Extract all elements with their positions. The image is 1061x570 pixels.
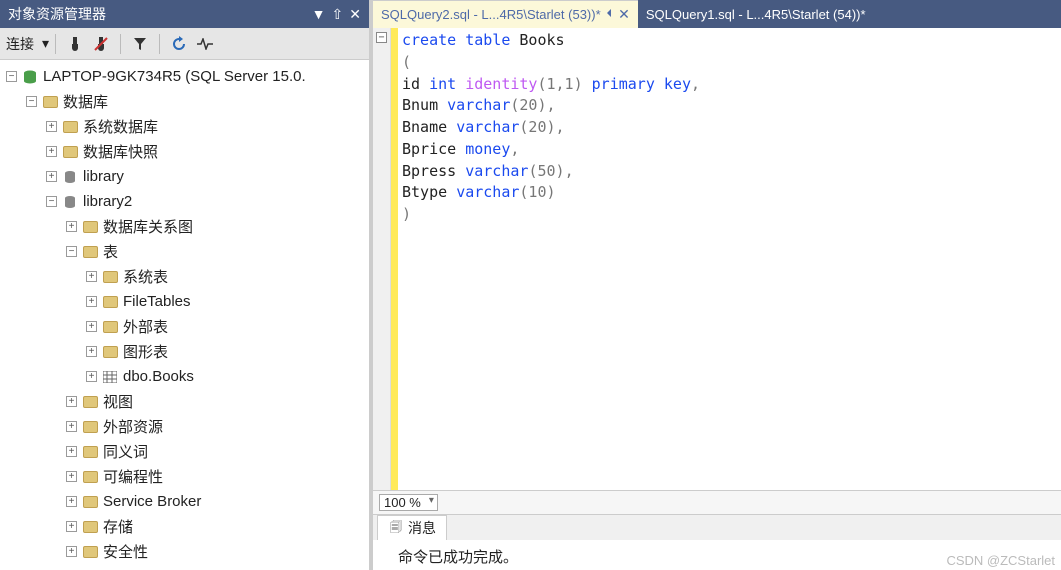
activity-icon[interactable] bbox=[194, 33, 216, 55]
pin-icon[interactable]: ⏴ bbox=[607, 8, 613, 21]
messages-text: 命令已成功完成。 bbox=[398, 549, 518, 566]
messages-body: 命令已成功完成。 bbox=[373, 540, 1061, 570]
tree-node-filetables[interactable]: +FileTables bbox=[4, 289, 369, 314]
close-icon[interactable]: ✕ bbox=[618, 6, 630, 23]
pin-icon[interactable]: ⇧ bbox=[332, 6, 344, 23]
tree-node-library[interactable]: +library bbox=[4, 164, 369, 189]
expand-icon[interactable]: + bbox=[66, 396, 77, 407]
folder-icon bbox=[102, 319, 118, 335]
collapse-icon[interactable]: − bbox=[46, 196, 57, 207]
tree-node-diagrams[interactable]: +数据库关系图 bbox=[4, 214, 369, 239]
tree-node-db-snapshots[interactable]: +数据库快照 bbox=[4, 139, 369, 164]
expand-icon[interactable]: + bbox=[86, 271, 97, 282]
editor-panel: SQLQuery2.sql - L...4R5\Starlet (53))* ⏴… bbox=[373, 0, 1061, 570]
expand-icon[interactable]: + bbox=[46, 121, 57, 132]
folder-icon bbox=[82, 419, 98, 435]
expand-icon[interactable]: + bbox=[66, 221, 77, 232]
tree-node-system-databases[interactable]: +系统数据库 bbox=[4, 114, 369, 139]
collapse-icon[interactable]: − bbox=[66, 246, 77, 257]
expand-icon[interactable]: + bbox=[86, 296, 97, 307]
folder-icon bbox=[62, 144, 78, 160]
folder-icon bbox=[102, 269, 118, 285]
database-icon bbox=[62, 169, 78, 185]
tree-node-synonyms[interactable]: +同义词 bbox=[4, 439, 369, 464]
messages-tab[interactable]: 🗐消息 bbox=[377, 515, 447, 540]
messages-icon: 🗐 bbox=[388, 520, 404, 536]
folder-icon bbox=[82, 519, 98, 535]
tree-node-tables[interactable]: −表 bbox=[4, 239, 369, 264]
folder-icon bbox=[82, 544, 98, 560]
tree-node-databases[interactable]: −数据库 bbox=[4, 89, 369, 114]
tab-sqlquery1[interactable]: SQLQuery1.sql - L...4R5\Starlet (54))* bbox=[638, 0, 874, 28]
tree-node-security[interactable]: +安全性 bbox=[4, 539, 369, 564]
object-explorer-panel: 对象资源管理器 ▼ ⇧ ✕ 连接▾ −LAPTOP-9GK734R5 (SQL … bbox=[0, 0, 373, 570]
folder-icon bbox=[82, 494, 98, 510]
tree-node-system-tables[interactable]: +系统表 bbox=[4, 264, 369, 289]
folder-icon bbox=[82, 219, 98, 235]
connect-label[interactable]: 连接 bbox=[6, 34, 34, 54]
tree-node-server[interactable]: −LAPTOP-9GK734R5 (SQL Server 15.0. bbox=[4, 64, 369, 89]
folder-icon bbox=[82, 394, 98, 410]
expand-icon[interactable]: + bbox=[66, 421, 77, 432]
tree-node-storage[interactable]: +存储 bbox=[4, 514, 369, 539]
collapse-icon[interactable]: − bbox=[6, 71, 17, 82]
sql-editor[interactable]: − create table Books ( id int identity(1… bbox=[373, 28, 1061, 490]
dropdown-icon[interactable]: ▼ bbox=[312, 6, 326, 22]
folder-icon bbox=[102, 294, 118, 310]
folder-icon bbox=[102, 344, 118, 360]
folder-icon bbox=[62, 119, 78, 135]
expand-icon[interactable]: + bbox=[66, 446, 77, 457]
folder-icon bbox=[82, 444, 98, 460]
tree-node-views[interactable]: +视图 bbox=[4, 389, 369, 414]
modification-bar bbox=[391, 28, 398, 490]
tree-node-programmability[interactable]: +可编程性 bbox=[4, 464, 369, 489]
connect-icon[interactable] bbox=[64, 33, 86, 55]
table-icon bbox=[102, 369, 118, 385]
outline-gutter: − bbox=[373, 28, 391, 490]
tree-node-service-broker[interactable]: +Service Broker bbox=[4, 489, 369, 514]
messages-tabs: 🗐消息 bbox=[373, 514, 1061, 540]
server-icon bbox=[22, 69, 38, 85]
disconnect-icon[interactable] bbox=[90, 33, 112, 55]
expand-icon[interactable]: + bbox=[66, 521, 77, 532]
expand-icon[interactable]: + bbox=[46, 146, 57, 157]
code-content[interactable]: create table Books ( id int identity(1,1… bbox=[398, 28, 704, 490]
zoom-dropdown[interactable]: 100 % bbox=[379, 494, 438, 511]
tab-bar: SQLQuery2.sql - L...4R5\Starlet (53))* ⏴… bbox=[373, 0, 1061, 28]
tree-node-library2[interactable]: −library2 bbox=[4, 189, 369, 214]
tree-node-dbo-books[interactable]: +dbo.Books bbox=[4, 364, 369, 389]
expand-icon[interactable]: + bbox=[66, 546, 77, 557]
panel-header: 对象资源管理器 ▼ ⇧ ✕ bbox=[0, 0, 369, 28]
expand-icon[interactable]: + bbox=[86, 321, 97, 332]
tab-label: SQLQuery1.sql - L...4R5\Starlet (54))* bbox=[646, 7, 866, 22]
close-icon[interactable]: ✕ bbox=[349, 6, 361, 23]
expand-icon[interactable]: + bbox=[86, 346, 97, 357]
folder-icon bbox=[82, 244, 98, 260]
tree-node-external-tables[interactable]: +外部表 bbox=[4, 314, 369, 339]
tree-node-external-resources[interactable]: +外部资源 bbox=[4, 414, 369, 439]
tree-view: −LAPTOP-9GK734R5 (SQL Server 15.0. −数据库 … bbox=[0, 60, 369, 570]
refresh-icon[interactable] bbox=[168, 33, 190, 55]
zoom-bar: 100 % bbox=[373, 490, 1061, 514]
expand-icon[interactable]: + bbox=[46, 171, 57, 182]
collapse-icon[interactable]: − bbox=[26, 96, 37, 107]
panel-toolbar: 连接▾ bbox=[0, 28, 369, 60]
database-icon bbox=[62, 194, 78, 210]
panel-title: 对象资源管理器 bbox=[8, 4, 306, 24]
expand-icon[interactable]: + bbox=[66, 496, 77, 507]
tree-node-graph-tables[interactable]: +图形表 bbox=[4, 339, 369, 364]
outline-toggle-icon[interactable]: − bbox=[376, 32, 387, 43]
folder-icon bbox=[82, 469, 98, 485]
tab-label: SQLQuery2.sql - L...4R5\Starlet (53))* bbox=[381, 7, 601, 22]
expand-icon[interactable]: + bbox=[66, 471, 77, 482]
tab-sqlquery2[interactable]: SQLQuery2.sql - L...4R5\Starlet (53))* ⏴… bbox=[373, 0, 638, 28]
expand-icon[interactable]: + bbox=[86, 371, 97, 382]
filter-icon[interactable] bbox=[129, 33, 151, 55]
folder-icon bbox=[42, 94, 58, 110]
